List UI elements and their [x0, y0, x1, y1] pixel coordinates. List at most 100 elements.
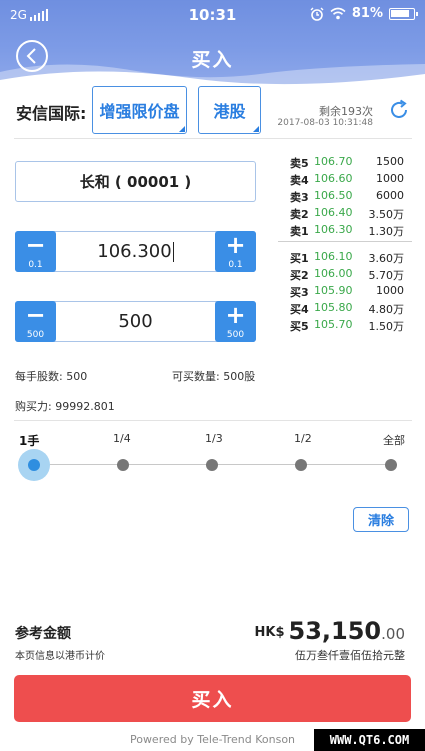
bid-row[interactable]: 买3 105.90 1000 — [290, 284, 410, 301]
buy-button[interactable]: 买入 — [14, 675, 411, 722]
price-decrease-button[interactable]: − 0.1 — [15, 231, 56, 272]
bid-label: 买2 — [290, 269, 309, 282]
slider-label-third[interactable]: 1/3 — [205, 432, 223, 445]
dropdown-corner-icon — [179, 126, 185, 132]
buyable-value: 500股 — [223, 370, 256, 383]
slider-label-1-lot[interactable]: 1手 — [19, 432, 39, 449]
reference-amount: HK$ 53,150.00 — [255, 617, 405, 645]
market-select[interactable]: 港股 — [198, 86, 261, 134]
slider-stop[interactable] — [295, 459, 307, 471]
order-book-divider — [278, 241, 412, 242]
ask-price: 106.30 — [314, 223, 353, 236]
battery-icon — [389, 7, 418, 20]
ask-price: 106.70 — [314, 155, 353, 168]
divider — [14, 138, 412, 139]
plus-icon: + — [225, 301, 246, 329]
broker-name: 安信国际: — [16, 104, 87, 123]
divider — [14, 420, 412, 421]
quantity-value: 500 — [118, 311, 153, 332]
bid-volume: 5.70万 — [368, 269, 405, 282]
bid-price: 105.70 — [314, 318, 353, 331]
reference-amount-title: 参考金额 — [15, 626, 71, 642]
status-icons: 81% — [310, 6, 418, 21]
stock-label: 长和 ( 00001 ) — [79, 173, 192, 191]
ask-volume: 1000 — [376, 172, 404, 185]
buyable-label: 可买数量: — [172, 370, 220, 383]
bid-price: 105.80 — [314, 301, 353, 314]
price-increase-button[interactable]: + 0.1 — [215, 231, 256, 272]
quote-timestamp: 2017-08-03 10:31:48 — [277, 118, 373, 128]
price-step-label: 0.1 — [28, 260, 43, 270]
ask-row[interactable]: 卖2 106.40 3.50万 — [290, 206, 410, 223]
ask-volume: 3.50万 — [368, 208, 405, 221]
page-title: 买入 — [191, 49, 234, 71]
buying-power-label: 购买力: — [15, 400, 52, 413]
ask-price: 106.60 — [314, 172, 353, 185]
refresh-icon[interactable] — [387, 98, 411, 122]
quantity-increase-button[interactable]: + 500 — [215, 301, 256, 342]
bid-label: 买5 — [290, 320, 309, 333]
order-type-label: 增强限价盘 — [99, 102, 180, 121]
order-type-select[interactable]: 增强限价盘 — [92, 86, 187, 134]
slider-stop[interactable] — [206, 459, 218, 471]
ask-row[interactable]: 卖4 106.60 1000 — [290, 172, 410, 189]
bid-volume: 3.60万 — [368, 252, 405, 265]
slider-stop[interactable] — [385, 459, 397, 471]
wifi-icon — [330, 7, 346, 20]
bid-row[interactable]: 买1 106.10 3.60万 — [290, 250, 410, 267]
buyable-quantity: 可买数量: 500股 — [172, 368, 255, 384]
dropdown-corner-icon — [253, 126, 259, 132]
price-input[interactable]: 106.300 — [57, 232, 214, 271]
battery-percent: 81% — [351, 6, 383, 21]
ask-row[interactable]: 卖3 106.50 6000 — [290, 189, 410, 206]
alarm-icon — [310, 7, 324, 21]
bid-label: 买4 — [290, 303, 309, 316]
bid-price: 105.90 — [314, 284, 353, 297]
price-value: 106.300 — [97, 241, 172, 262]
ask-volume: 1.30万 — [368, 225, 405, 238]
bid-row[interactable]: 买2 106.00 5.70万 — [290, 267, 410, 284]
buying-power: 购买力: 99992.801 — [15, 398, 115, 414]
site-watermark: WWW.QT6.COM — [314, 729, 425, 751]
ask-row[interactable]: 卖1 106.30 1.30万 — [290, 223, 410, 240]
bid-label: 买3 — [290, 286, 309, 299]
plus-icon: + — [225, 231, 246, 259]
text-caret — [172, 241, 174, 262]
app-header: 2G 10:31 81% 买入 — [0, 0, 425, 88]
ask-price: 106.50 — [314, 189, 353, 202]
ask-label: 卖4 — [290, 174, 309, 187]
bid-volume: 1000 — [376, 284, 404, 297]
slider-label-all[interactable]: 全部 — [383, 432, 405, 448]
ask-label: 卖5 — [290, 157, 309, 170]
market-label: 港股 — [213, 102, 246, 121]
bid-label: 买1 — [290, 252, 309, 265]
slider-label-quarter[interactable]: 1/4 — [113, 432, 131, 445]
quantity-input[interactable]: 500 — [57, 302, 214, 341]
quantity-decrease-button[interactable]: − 500 — [15, 301, 56, 342]
clear-button[interactable]: 清除 — [353, 507, 409, 532]
lot-size-value: 500 — [66, 370, 88, 383]
bid-row[interactable]: 买5 105.70 1.50万 — [290, 318, 410, 335]
lot-size-label: 每手股数: — [15, 370, 63, 383]
ask-volume: 1500 — [376, 155, 404, 168]
bid-price: 106.10 — [314, 250, 353, 263]
bid-volume: 1.50万 — [368, 320, 405, 333]
quantity-step-label: 500 — [226, 330, 245, 340]
ask-label: 卖1 — [290, 225, 309, 238]
slider-stop[interactable] — [117, 459, 129, 471]
bid-price: 106.00 — [314, 267, 353, 280]
quantity-stepper: − 500 500 + 500 — [15, 301, 256, 342]
ask-row[interactable]: 卖5 106.70 1500 — [290, 155, 410, 172]
ask-label: 卖3 — [290, 191, 309, 204]
remaining-count: 剩余193次 — [319, 105, 373, 118]
ask-label: 卖2 — [290, 208, 309, 221]
lot-size: 每手股数: 500 — [15, 368, 87, 384]
currency-note: 本页信息以港币计价 — [15, 651, 105, 662]
slider-handle[interactable] — [18, 449, 50, 481]
stock-selector[interactable]: 长和 ( 00001 ) — [15, 161, 256, 202]
slider-label-half[interactable]: 1/2 — [294, 432, 312, 445]
bid-row[interactable]: 买4 105.80 4.80万 — [290, 301, 410, 318]
minus-icon: − — [25, 231, 46, 259]
ask-volume: 6000 — [376, 189, 404, 202]
status-bar: 2G 10:31 81% — [0, 0, 425, 30]
